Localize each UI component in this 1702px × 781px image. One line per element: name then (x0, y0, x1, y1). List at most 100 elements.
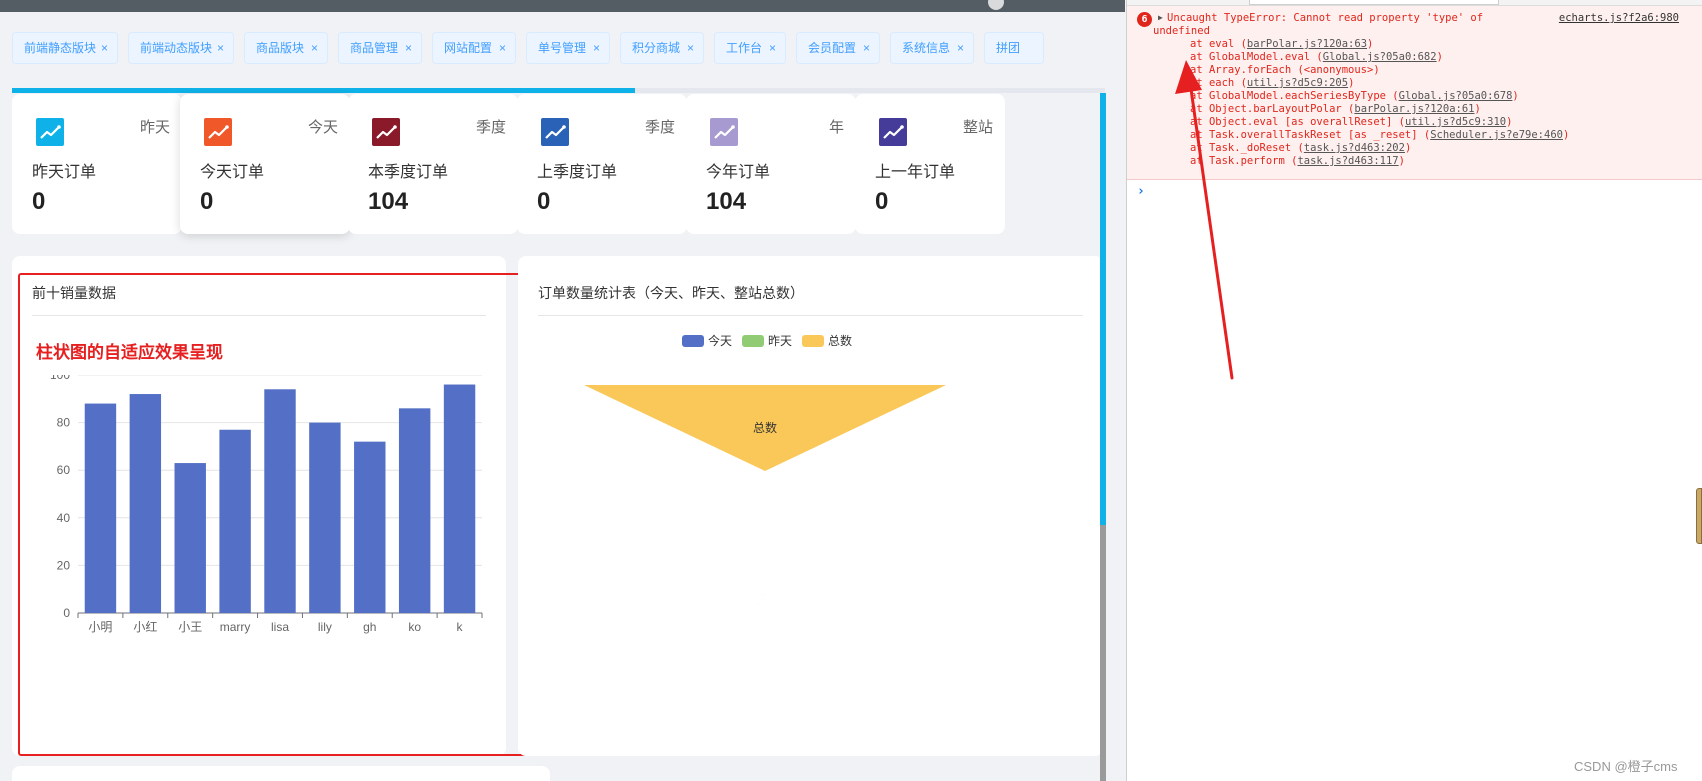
stat-card: 今天 今天订单 0 (180, 94, 350, 234)
tags-view-bar: 前端静态版块 × 前端动态版块 × 商品版块 × 商品管理 × 网站配置 × 单号管理 × 积分商城 × 工… (0, 12, 1104, 88)
tab-tag-label: 前端静态版块 (24, 41, 97, 55)
stack-frame-link[interactable]: Global.js?05a0:678 (1399, 90, 1513, 102)
page-scrollbar-thumb[interactable] (1100, 93, 1106, 525)
drawer-handle[interactable] (1696, 488, 1702, 544)
stat-card: 昨天 昨天订单 0 (12, 94, 182, 234)
stat-title: 今年订单 (706, 164, 771, 181)
bar (84, 403, 117, 613)
expand-triangle-icon[interactable]: ▶ (1158, 13, 1163, 22)
avatar[interactable] (988, 0, 1004, 10)
stat-card: 季度 上季度订单 0 (517, 94, 687, 234)
close-icon[interactable]: × (863, 33, 870, 63)
stack-frame-link[interactable]: Global.js?05a0:682 (1323, 51, 1437, 63)
bar (219, 429, 251, 613)
tab-tag[interactable]: 网站配置 × (432, 32, 516, 64)
stat-title: 上一年订单 (875, 164, 956, 181)
stack-frame-link[interactable]: Scheduler.js?e79e:460 (1430, 129, 1563, 141)
stat-title: 今天订单 (200, 164, 265, 181)
y-tick-label: 0 (63, 606, 70, 620)
stack-frame-tail: ) (1348, 77, 1355, 89)
bar (309, 422, 341, 613)
error-count-badge: 6 (1137, 12, 1152, 27)
console-filter-input[interactable] (1249, 0, 1499, 5)
close-icon[interactable]: × (217, 33, 224, 63)
tab-tag[interactable]: 商品管理 × (338, 32, 422, 64)
y-tick-label: 20 (57, 558, 71, 572)
close-icon[interactable]: × (593, 33, 600, 63)
y-tick-label: 100 (50, 375, 70, 382)
sales-bar-chart: 0 20 40 60 80 100 小明 小红 小王 marry lisa lily gh ko k (50, 375, 483, 634)
trend-chart-icon (541, 118, 569, 146)
error-message-continuation: undefined (1153, 25, 1210, 37)
tab-tag[interactable]: 前端动态版块 × (128, 32, 234, 64)
stat-period: 今天 (307, 119, 338, 136)
bar (129, 394, 162, 613)
orders-panel-title: 订单数量统计表（今天、昨天、整站总数） (538, 285, 804, 301)
y-tick-label: 60 (57, 463, 71, 477)
tab-tag[interactable]: 工作台 × (714, 32, 786, 64)
x-tick-label: lily (318, 620, 332, 634)
trend-chart-icon (372, 118, 400, 146)
tab-tag[interactable]: 拼团 (984, 32, 1044, 64)
close-icon[interactable]: × (405, 33, 412, 63)
tab-tag[interactable]: 商品版块 × (244, 32, 328, 64)
tab-tag[interactable]: 积分商城 × (620, 32, 704, 64)
stat-card: 年今年订单 104 (686, 94, 856, 234)
stack-frame-link[interactable]: task.js?d463:117 (1297, 155, 1398, 167)
x-tick-label: marry (220, 620, 251, 634)
close-icon[interactable]: × (687, 33, 694, 63)
error-source-link[interactable]: echarts.js?f2a6:980 (1559, 12, 1679, 25)
stack-frame-link[interactable]: util.js?d5c9:310 (1405, 116, 1506, 128)
tab-tag-label: 单号管理 (538, 41, 587, 55)
trend-chart-icon (879, 118, 907, 146)
console-prompt-icon[interactable]: › (1137, 184, 1145, 199)
stack-frame-link[interactable]: barPolar.js?120a:63 (1247, 38, 1367, 50)
stack-frame-tail: ) (1562, 129, 1570, 141)
stat-period: 年 (828, 119, 844, 136)
stack-frame-text: at eval ( (1190, 38, 1247, 50)
bar (398, 408, 431, 613)
tab-tag[interactable]: 会员配置 × (796, 32, 880, 64)
stat-title: 昨天订单 (32, 164, 97, 181)
stack-frame-tail: ) (1404, 142, 1412, 154)
stack-frame-link[interactable]: barPolar.js?120a:61 (1354, 103, 1474, 115)
funnel-label: 今天 (752, 506, 778, 521)
x-tick-label: 小王 (178, 620, 202, 634)
watermark: CSDN @橙子cms (1574, 759, 1678, 774)
annotation-caption: 柱状图的自适应效果呈现 (36, 343, 223, 362)
legend-label: 昨天 (768, 334, 792, 348)
close-icon[interactable]: × (101, 33, 108, 63)
tab-tag-label: 前端动态版块 (140, 41, 213, 55)
stat-value: 0 (32, 188, 46, 215)
x-tick-label: ko (408, 620, 421, 634)
funnel-label: 总数 (753, 420, 777, 435)
tab-tag[interactable]: 系统信息 × (890, 32, 974, 64)
stat-period: 季度 (475, 119, 506, 136)
stat-title: 上季度订单 (537, 164, 618, 181)
stat-period: 季度 (644, 119, 675, 136)
tab-tag[interactable]: 单号管理 × (526, 32, 610, 64)
stat-card: 季度 本季度订单 104 (348, 94, 518, 234)
stack-frame-link[interactable]: util.js?d5c9:205 (1247, 77, 1348, 89)
close-icon[interactable]: × (499, 33, 506, 63)
close-icon[interactable]: × (957, 33, 964, 63)
y-tick-label: 80 (57, 416, 71, 430)
close-icon[interactable]: × (311, 33, 318, 63)
stat-value: 0 (875, 188, 889, 215)
page-progress-bar (12, 88, 635, 93)
trend-chart-icon (204, 118, 232, 146)
tab-tag[interactable]: 前端静态版块 × (12, 32, 118, 64)
stack-frame-link[interactable]: task.js?d463:202 (1304, 142, 1405, 154)
stack-frame: at Task.overallTaskReset [as _reset] (Sc… (1190, 129, 1569, 142)
error-message: Uncaught TypeError: Cannot read property… (1167, 12, 1484, 24)
tab-tag-label: 拼团 (996, 41, 1021, 55)
bar (443, 384, 476, 613)
annotation-arrow-shaft (1188, 80, 1234, 380)
x-tick-label: 小明 (88, 620, 112, 634)
page-progress-track (12, 88, 1105, 93)
orders-funnel-chart: 今天 昨天 总数总数今天昨天 (584, 333, 946, 607)
stack-frame-tail: ) (1506, 116, 1513, 128)
x-tick-label: k (457, 620, 464, 634)
stat-title: 本季度订单 (368, 164, 449, 181)
close-icon[interactable]: × (769, 33, 776, 63)
